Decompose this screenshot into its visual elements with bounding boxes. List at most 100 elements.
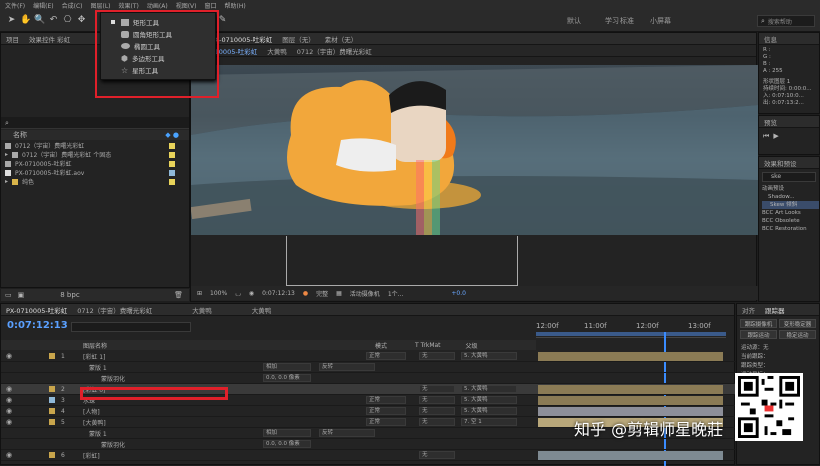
comp-viewer[interactable] [191, 65, 758, 235]
layer-duration-bar[interactable] [538, 385, 723, 394]
effects-search-input[interactable]: ske [762, 172, 816, 182]
tab-timeline-comp[interactable]: 大黄鸭 [252, 305, 272, 315]
trkmat-select[interactable]: 无 [419, 418, 455, 426]
stabilize-motion-button[interactable]: 稳定运动 [779, 330, 816, 339]
layer-name[interactable]: [彩虹] [83, 451, 100, 460]
tab-timeline-comp[interactable]: 大黄鸭 [192, 305, 212, 315]
active-camera-select[interactable]: 活动摄像机 [350, 289, 380, 298]
menu-composition[interactable]: 合成(C) [62, 1, 83, 10]
tab-footage[interactable]: 素材（无） [325, 34, 358, 44]
list-item[interactable]: ▸ 0712（宇宙）费曙光彩虹 个固态 [1, 150, 189, 159]
parent-select[interactable]: 5. 大黄鸭 [461, 407, 517, 415]
mask-inverted-checkbox[interactable]: 反转 [319, 363, 375, 371]
layer-label-color[interactable] [49, 397, 55, 403]
hand-tool-icon[interactable]: ✋ [20, 15, 31, 26]
layer-label-color[interactable] [49, 452, 55, 458]
layer-label-color[interactable] [49, 419, 55, 425]
tab-align[interactable]: 对齐 [742, 305, 755, 315]
layer-row[interactable]: ◉ 6 [彩虹] 无 [1, 450, 736, 461]
layer-row[interactable]: ◉ 1 [彩虹 1] 正常 无 5. 大黄鸭 [1, 351, 736, 362]
time-ruler[interactable]: 12:00f 11:00f 12:00f 13:00f [536, 318, 726, 338]
blend-mode-select[interactable]: 正常 [366, 407, 406, 415]
breadcrumb-item[interactable]: 0712（宇宙）费曙光彩虹 [297, 46, 372, 56]
bpc-label[interactable]: 8 bpc [60, 291, 79, 299]
trash-icon[interactable]: 🗑 [174, 291, 183, 299]
trkmat-select[interactable]: 无 [419, 385, 455, 393]
list-item[interactable]: 动画预设 [762, 185, 819, 193]
layer-name[interactable]: 蒙版羽化 [101, 440, 125, 449]
current-time[interactable]: 0:07:12:13 [262, 290, 295, 297]
col-layer-name[interactable]: 图层名称 [83, 341, 107, 350]
menu-help[interactable]: 帮助(H) [225, 1, 246, 10]
menu-effect[interactable]: 效果(T) [119, 1, 139, 10]
menu-layer[interactable]: 图层(L) [91, 1, 111, 10]
project-search[interactable]: ⌕ [1, 117, 189, 129]
layer-property-row[interactable]: 蒙版 1 相加 反转 [1, 362, 736, 373]
list-item[interactable]: BCC Art Looks [762, 209, 819, 217]
zoom-tool-icon[interactable]: 🔍 [34, 15, 45, 26]
col-trkmat[interactable]: T TrkMat [415, 342, 441, 349]
always-preview-icon[interactable]: ⊞ [197, 290, 202, 297]
layer-duration-bar[interactable] [538, 352, 723, 361]
tab-effects-presets[interactable]: 效果和预设 [764, 158, 797, 168]
menu-file[interactable]: 文件(F) [5, 1, 25, 10]
layer-duration-bar[interactable] [538, 451, 723, 460]
list-item[interactable]: Shadow... [762, 193, 819, 201]
tab-layer[interactable]: 图层（无） [282, 34, 315, 44]
layer-name[interactable]: 蒙版 1 [89, 429, 107, 438]
play-icon[interactable]: ▶ [773, 132, 778, 141]
list-item[interactable]: PX-0710005-吐彩虹.aov [1, 168, 189, 177]
tab-tracker[interactable]: 跟踪器 [765, 305, 785, 315]
mask-inverted-checkbox[interactable]: 反转 [319, 429, 375, 437]
track-camera-button[interactable]: 跟踪摄像机 [740, 319, 777, 328]
visibility-eye-icon[interactable]: ◉ [6, 385, 12, 393]
zoom-level[interactable]: 100% [210, 290, 227, 297]
parent-select[interactable]: 5. 大黄鸭 [461, 396, 517, 404]
layer-name[interactable]: [人物] [83, 407, 100, 416]
parent-select[interactable]: 5. 大黄鸭 [461, 352, 517, 360]
mask-mode-select[interactable]: 0.0, 0.0 像素 [263, 374, 311, 382]
resolution-select[interactable]: 完整 [316, 289, 328, 298]
visibility-eye-icon[interactable]: ◉ [6, 352, 12, 360]
menu-window[interactable]: 窗口 [204, 1, 216, 10]
tab-timeline-comp[interactable]: PX-0710005-吐彩虹 [6, 305, 67, 315]
col-parent[interactable]: 父级 [466, 341, 478, 350]
project-col-name[interactable]: 名称 [13, 130, 27, 140]
layer-label-color[interactable] [49, 408, 55, 414]
tab-project[interactable]: 项目 [6, 34, 19, 44]
warp-stabilizer-button[interactable]: 变形稳定器 [779, 319, 816, 328]
breadcrumb-item[interactable]: 大黄鸭 [267, 46, 287, 56]
trkmat-select[interactable]: 无 [419, 407, 455, 415]
blend-mode-select[interactable]: 正常 [366, 352, 406, 360]
camera-snapshot-icon[interactable]: ◉ [249, 290, 254, 297]
tab-preview[interactable]: 预览 [764, 117, 777, 127]
layer-name[interactable]: 蒙版羽化 [101, 374, 125, 383]
layer-name[interactable]: [大黄鸭] [83, 418, 106, 427]
workspace-small-screen[interactable]: 小屏幕 [650, 16, 671, 26]
parent-select[interactable]: 7. 空 1 [461, 418, 517, 426]
motion-source-select[interactable]: 无 [763, 345, 769, 351]
track-motion-button[interactable]: 跟踪运动 [740, 330, 777, 339]
tab-timeline-comp[interactable]: 0712（宇宙）费曙光彩虹 [77, 305, 152, 315]
tab-info[interactable]: 信息 [764, 34, 777, 44]
list-item[interactable]: 0712（宇宙）费曙光彩虹 [1, 141, 189, 150]
workspace-standard[interactable]: 标准 [620, 16, 634, 26]
layer-name[interactable]: 蒙版 1 [89, 363, 107, 372]
rotate-tool-icon[interactable]: ↶ [48, 15, 59, 26]
layer-name[interactable]: [彩虹 1] [83, 352, 105, 361]
visibility-eye-icon[interactable]: ◉ [6, 396, 12, 404]
list-item[interactable]: ▸ 纯色 [1, 177, 189, 186]
workspace-learn[interactable]: 学习 [605, 16, 619, 26]
pan-behind-tool-icon[interactable]: ✥ [76, 15, 87, 26]
menu-view[interactable]: 视图(V) [176, 1, 197, 10]
list-item[interactable]: Skew 倾斜 [762, 201, 819, 209]
tab-effect-controls[interactable]: 效果控件 彩虹 [29, 34, 70, 44]
list-item[interactable]: PX-0710005-吐彩虹 [1, 159, 189, 168]
mask-mode-select[interactable]: 相加 [263, 363, 311, 371]
first-frame-icon[interactable]: ⏮ [763, 132, 769, 141]
help-search-field[interactable]: ⌕ 搜索帮助 [757, 15, 815, 27]
timeline-search[interactable] [71, 322, 191, 332]
trkmat-select[interactable]: 无 [419, 451, 455, 459]
new-item-icon[interactable]: ▣ [18, 291, 25, 299]
views-select[interactable]: 1个... [388, 289, 404, 298]
